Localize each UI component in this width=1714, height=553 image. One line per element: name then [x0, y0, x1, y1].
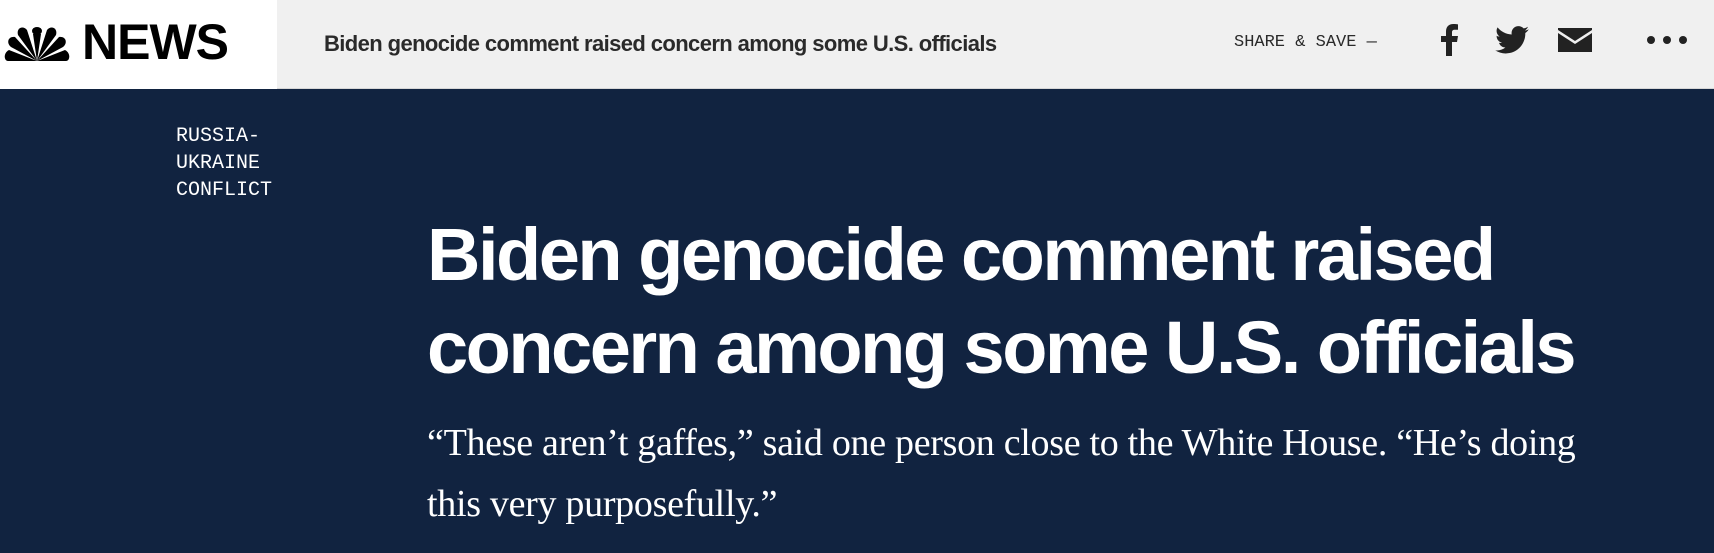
twitter-share-button[interactable]	[1492, 20, 1532, 60]
share-save-label: SHARE & SAVE —	[1234, 33, 1377, 52]
peacock-logo-icon	[4, 27, 70, 61]
more-icon	[1647, 36, 1687, 44]
section-label-link[interactable]: RUSSIA-UKRAINE CONFLICT	[176, 123, 336, 204]
top-bar: NEWS Biden genocide comment raised conce…	[0, 0, 1714, 89]
twitter-icon	[1495, 26, 1529, 54]
email-icon	[1558, 28, 1592, 52]
facebook-icon	[1441, 24, 1458, 56]
nbc-news-logo-link[interactable]: NEWS	[0, 0, 277, 89]
facebook-share-button[interactable]	[1432, 20, 1466, 60]
article-dek: “These aren’t gaffes,” said one person c…	[427, 422, 1576, 525]
sticky-article-title: Biden genocide comment raised concern am…	[324, 31, 997, 56]
article-headline: Biden genocide comment raised concern am…	[427, 213, 1577, 389]
email-share-button[interactable]	[1556, 20, 1594, 60]
logo-wordmark: NEWS	[82, 14, 229, 70]
more-options-button[interactable]	[1644, 20, 1690, 60]
